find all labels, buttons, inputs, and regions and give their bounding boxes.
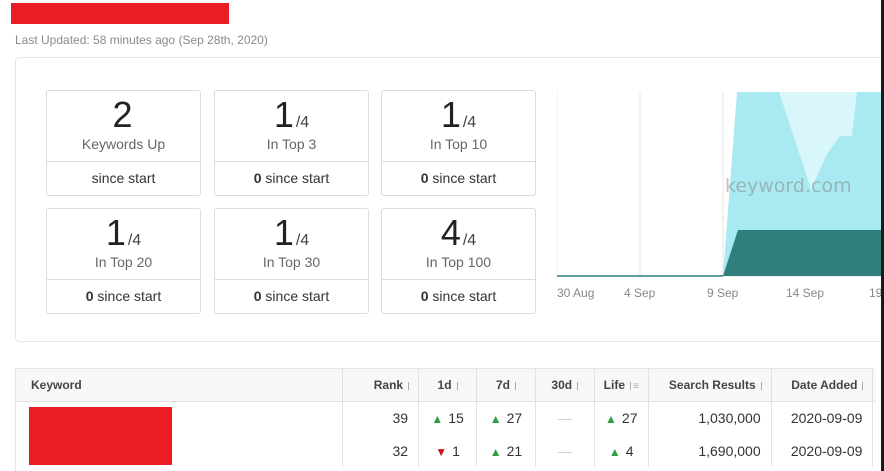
chart-watermark: keyword.com [725, 175, 852, 197]
chart-x-tick: 19 [869, 286, 881, 300]
arrow-up-icon: ▲ [608, 444, 621, 459]
column-header-spacer [872, 369, 876, 402]
column-header-30d[interactable]: 30d [535, 369, 595, 402]
stat-change-number: 0 [420, 170, 429, 186]
change-life-cell: ▲ 4 [594, 434, 649, 467]
stat-card-top-20[interactable]: 1/4 In Top 20 0 since start [46, 208, 201, 314]
chart-x-tick: 4 Sep [624, 286, 656, 300]
sort-icon [514, 381, 516, 390]
spacer-cell [873, 401, 876, 434]
column-header-1d[interactable]: 1d [418, 369, 477, 402]
change-30d-cell: — [535, 401, 595, 434]
sort-icon [760, 381, 762, 390]
column-header-life[interactable]: Life ≡ [594, 369, 649, 402]
rank-cell: 39 [342, 401, 420, 434]
stat-change-number: 0 [420, 288, 429, 304]
arrow-up-icon: ▲ [431, 411, 444, 426]
change-1d-cell: ▼ 1 [418, 434, 477, 467]
sort-lines-icon: ≡ [633, 380, 639, 392]
stat-card-top-30[interactable]: 1/4 In Top 30 0 since start [214, 208, 369, 314]
stat-value: 1 [105, 212, 126, 253]
change-life-cell: ▲ 27 [594, 401, 649, 434]
stat-change-text: since start [261, 170, 330, 186]
ranking-distribution-chart[interactable]: keyword.com 30 Aug 4 Sep 9 Sep 14 Sep 19 [557, 92, 881, 307]
change-30d-cell: — [535, 434, 595, 467]
column-header-keyword[interactable]: Keyword [16, 369, 343, 402]
stat-denominator: /4 [295, 232, 310, 249]
table-row[interactable]: 39 ▲ 15 ▲ 27 — ▲ 27 1,030,000 2020-09-09 [16, 401, 876, 467]
sort-icon [456, 381, 458, 390]
date-added-cell: 2020-09-09 [771, 434, 874, 467]
chart-x-tick: 14 Sep [786, 286, 824, 300]
stat-label: In Top 30 [262, 254, 321, 270]
rank-cell: 32 [342, 434, 420, 467]
change-1d-cell: ▲ 15 [418, 401, 477, 434]
stat-value: 1 [273, 212, 294, 253]
stat-denominator: /4 [462, 232, 477, 249]
stat-change-text: since start [93, 288, 162, 304]
redacted-project-title [11, 3, 229, 24]
sort-icon [577, 381, 579, 390]
stat-change-text: since start [428, 170, 497, 186]
stat-card-keywords-up[interactable]: 2 Keywords Up since start [46, 90, 201, 196]
stat-label: Keywords Up [81, 136, 166, 152]
keyword-table: Keyword Rank 1d 7d 30d Life ≡ Search Resu… [15, 368, 876, 471]
stat-change-number: 0 [85, 288, 94, 304]
stat-value: 4 [440, 212, 461, 253]
arrow-down-icon: ▼ [435, 444, 448, 459]
change-7d-cell: ▲ 27 [476, 401, 536, 434]
date-added-cell: 2020-09-09 [771, 401, 874, 434]
stat-change-number: 0 [253, 288, 262, 304]
arrow-up-icon: ▲ [489, 411, 502, 426]
change-7d-cell: ▲ 21 [476, 434, 536, 467]
arrow-up-icon: ▲ [489, 444, 502, 459]
column-header-date-added[interactable]: Date Added [771, 369, 874, 402]
stat-label: In Top 100 [425, 254, 492, 270]
arrow-up-icon: ▲ [605, 411, 617, 426]
chart-svg: keyword.com 30 Aug 4 Sep 9 Sep 14 Sep 19 [557, 92, 881, 300]
keyword-cell[interactable] [16, 401, 343, 467]
column-header-rank[interactable]: Rank [342, 369, 420, 402]
stat-denominator: /4 [127, 232, 142, 249]
sort-icon [630, 381, 631, 390]
stat-change-text: since start [428, 288, 497, 304]
redacted-keyword [29, 406, 172, 465]
stat-value: 2 [112, 94, 133, 135]
search-results-cell: 1,030,000 [648, 401, 772, 434]
stat-change-text: since start [91, 170, 156, 186]
sort-icon [862, 381, 864, 390]
page: Last Updated: 58 minutes ago (Sep 28th, … [0, 0, 884, 471]
stat-label: In Top 20 [94, 254, 153, 270]
column-header-search-results[interactable]: Search Results [648, 369, 772, 402]
stat-label: In Top 10 [429, 136, 488, 152]
spacer-cell [873, 434, 876, 467]
stat-change-number: 0 [253, 170, 262, 186]
stat-card-top-100[interactable]: 4/4 In Top 100 0 since start [381, 208, 536, 314]
sort-icon [408, 381, 410, 390]
search-results-cell: 1,690,000 [648, 434, 772, 467]
stat-value: 1 [273, 94, 294, 135]
stat-label: In Top 3 [266, 136, 317, 152]
chart-x-tick: 9 Sep [707, 286, 739, 300]
table-header-row: Keyword Rank 1d 7d 30d Life ≡ Search Resu… [16, 369, 876, 402]
stat-card-top-10[interactable]: 1/4 In Top 10 0 since start [381, 90, 536, 196]
stat-card-top-3[interactable]: 1/4 In Top 3 0 since start [214, 90, 369, 196]
chart-area-top-10 [723, 230, 881, 276]
stat-value: 1 [440, 94, 461, 135]
last-updated-text: Last Updated: 58 minutes ago (Sep 28th, … [15, 33, 268, 47]
column-header-7d[interactable]: 7d [476, 369, 536, 402]
stat-change-text: since start [261, 288, 330, 304]
stat-denominator: /4 [295, 114, 310, 131]
stat-denominator: /4 [462, 114, 477, 131]
chart-x-tick: 30 Aug [557, 286, 594, 300]
